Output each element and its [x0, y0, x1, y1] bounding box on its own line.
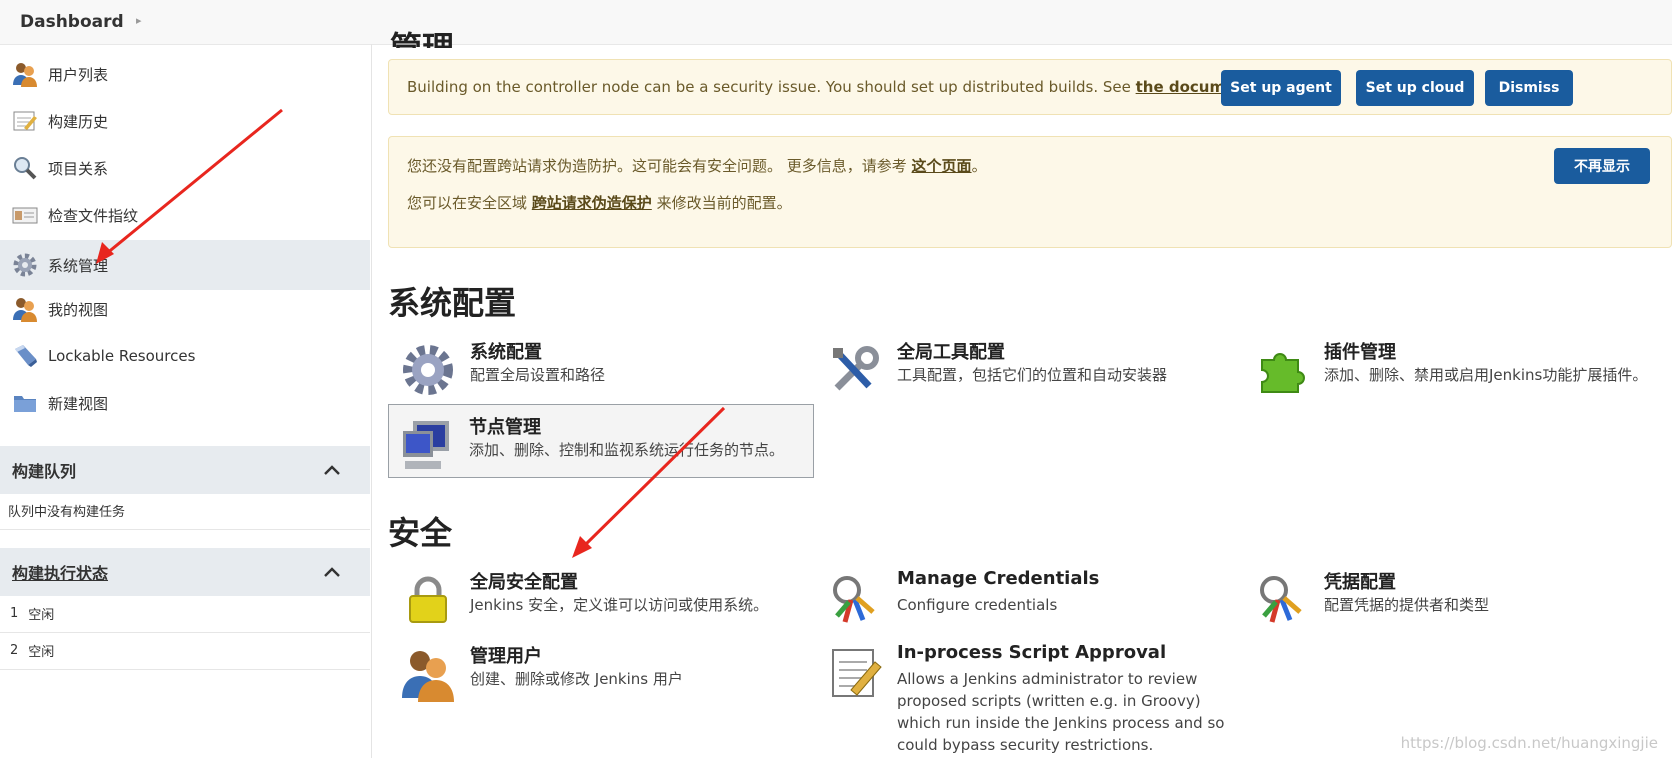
build-queue-empty: 队列中没有构建任务 — [0, 491, 370, 530]
users-icon — [402, 651, 454, 702]
set-up-agent-button[interactable]: Set up agent — [1221, 70, 1341, 106]
alert-text-end: 。 — [971, 157, 987, 175]
keys-icon — [1260, 576, 1302, 623]
item-title: 系统配置 — [470, 342, 542, 363]
item-title: 全局安全配置 — [470, 572, 578, 593]
chevron-up-icon[interactable] — [322, 463, 342, 477]
mgmt-item-manage-users[interactable]: 管理用户 创建、删除或修改 Jenkins 用户 — [390, 634, 816, 706]
mgmt-item-global-security[interactable]: 全局安全配置 Jenkins 安全，定义谁可以访问或使用系统。 — [390, 560, 816, 632]
sidebar-item-label: 项目关系 — [48, 159, 109, 178]
sidebar-item-manage-jenkins[interactable]: 系统管理 — [0, 240, 370, 290]
lock-icon — [409, 576, 447, 623]
alert-message: Building on the controller node can be a… — [407, 78, 1301, 96]
usb-icon — [12, 343, 38, 369]
item-title: 插件管理 — [1324, 342, 1396, 363]
section-title-system-config: 系统配置 — [388, 284, 517, 322]
folder-icon — [12, 390, 38, 416]
item-description: 配置凭据的提供者和类型 — [1324, 596, 1490, 614]
sidebar-item-label: 我的视图 — [48, 300, 109, 319]
item-title: Manage Credentials — [897, 568, 1100, 589]
computer-icon — [403, 421, 449, 469]
dont-show-again-button[interactable]: 不再显示 — [1554, 148, 1650, 184]
sidebar-item-project-relationship[interactable]: 项目关系 — [0, 143, 370, 193]
watermark: https://blog.csdn.net/huangxingjie — [1400, 734, 1658, 752]
item-description: Jenkins 安全，定义谁可以访问或使用系统。 — [470, 596, 769, 614]
keys-icon — [833, 576, 875, 623]
gear-icon — [403, 345, 453, 395]
csrf-alert: 您还没有配置跨站请求伪造防护。这可能会有安全问题。 更多信息，请参考 这个页面。… — [388, 136, 1672, 248]
sidebar-item-build-history[interactable]: 构建历史 — [0, 96, 370, 146]
section-title-security: 安全 — [388, 514, 453, 552]
executor-row: 2 空闲 — [0, 631, 370, 670]
build-queue-empty-text: 队列中没有构建任务 — [8, 504, 126, 520]
mgmt-item-configure-system[interactable]: 系统配置 配置全局设置和路径 — [390, 330, 816, 402]
notepad-icon — [832, 649, 882, 697]
mgmt-item-manage-credentials[interactable]: Manage Credentials Configure credentials — [817, 560, 1243, 632]
this-page-link[interactable]: 这个页面 — [912, 157, 972, 175]
mgmt-item-global-tools[interactable]: 全局工具配置 工具配置，包括它们的位置和自动安装器 — [817, 330, 1243, 402]
sidebar-item-users[interactable]: 用户列表 — [0, 49, 370, 99]
annotation-arrowhead — [572, 536, 592, 558]
item-description: 添加、删除、禁用或启用Jenkins功能扩展插件。 — [1324, 366, 1648, 384]
item-title: 全局工具配置 — [897, 342, 1005, 363]
sidebar-item-label: Lockable Resources — [48, 347, 196, 365]
item-description: 添加、删除、控制和监视系统运行任务的节点。 — [469, 441, 785, 459]
sidebar-item-label: 新建视图 — [48, 394, 109, 413]
sidebar-item-lockable-resources[interactable]: Lockable Resources — [0, 331, 370, 381]
mgmt-item-credential-config[interactable]: 凭据配置 配置凭据的提供者和类型 — [1244, 560, 1670, 632]
csrf-alert-line2: 您可以在安全区域 跨站请求伪造保护 来修改当前的配置。 — [407, 192, 792, 213]
gear-icon — [12, 252, 38, 278]
csrf-alert-line1: 您还没有配置跨站请求伪造防护。这可能会有安全问题。 更多信息，请参考 这个页面。 — [407, 155, 987, 176]
mgmt-item-nodes[interactable]: 节点管理 添加、删除、控制和监视系统运行任务的节点。 — [388, 404, 814, 478]
executors-title[interactable]: 构建执行状态 — [12, 560, 108, 584]
fingerprint-icon — [12, 202, 38, 228]
item-title: In-process Script Approval — [897, 642, 1167, 663]
dismiss-button[interactable]: Dismiss — [1485, 70, 1573, 106]
item-description: Allows a Jenkins administrator to review… — [897, 670, 1225, 754]
build-queue-title: 构建队列 — [12, 462, 77, 481]
sidebar-item-label: 构建历史 — [48, 112, 109, 131]
sidebar-item-new-view[interactable]: 新建视图 — [0, 378, 370, 428]
mgmt-item-script-approval[interactable]: In-process Script Approval Allows a Jenk… — [817, 634, 1243, 758]
executor-row: 1 空闲 — [0, 594, 370, 633]
executor-status: 空闲 — [28, 607, 55, 623]
sidebar-item-label: 用户列表 — [48, 65, 109, 84]
sidebar-item-fingerprint[interactable]: 检查文件指纹 — [0, 190, 370, 240]
executor-status: 空闲 — [28, 644, 55, 660]
sidebar-item-my-views[interactable]: 我的视图 — [0, 284, 370, 334]
alert-text-end: 来修改当前的配置。 — [651, 194, 792, 212]
set-up-cloud-button[interactable]: Set up cloud — [1356, 70, 1474, 106]
breadcrumb-dashboard[interactable]: Dashboard — [20, 12, 124, 32]
magnifier-icon — [12, 155, 38, 181]
puzzle-icon — [1261, 353, 1305, 393]
item-title: 管理用户 — [470, 646, 542, 667]
item-description: Configure credentials — [897, 596, 1058, 614]
build-queue-header: 构建队列 — [0, 446, 370, 494]
item-title: 凭据配置 — [1324, 572, 1396, 593]
top-bar: Dashboard ▸ — [0, 0, 1672, 45]
alert-text: 您可以在安全区域 — [407, 194, 532, 212]
breadcrumb-chevron-icon[interactable]: ▸ — [136, 14, 142, 27]
users-icon — [12, 296, 38, 322]
executors-header: 构建执行状态 — [0, 548, 370, 596]
mgmt-item-plugins[interactable]: 插件管理 添加、删除、禁用或启用Jenkins功能扩展插件。 — [1244, 330, 1670, 402]
sidebar-item-label: 系统管理 — [48, 256, 109, 275]
item-description: 创建、删除或修改 Jenkins 用户 — [470, 670, 683, 688]
item-description: 工具配置，包括它们的位置和自动安装器 — [897, 366, 1168, 384]
distributed-builds-alert: Building on the controller node can be a… — [388, 59, 1672, 115]
chevron-up-icon[interactable] — [322, 565, 342, 579]
notepad-icon — [12, 108, 38, 134]
csrf-protection-link[interactable]: 跨站请求伪造保护 — [532, 194, 652, 212]
sidebar-divider — [371, 44, 372, 758]
page-title: 管理 — [390, 29, 455, 48]
sidebar-item-label: 检查文件指纹 — [48, 206, 139, 225]
tools-icon — [833, 346, 879, 391]
item-title: 节点管理 — [469, 417, 541, 438]
item-description: 配置全局设置和路径 — [470, 366, 606, 384]
users-icon — [12, 61, 38, 87]
executor-number: 2 — [10, 642, 19, 658]
alert-text: 您还没有配置跨站请求伪造防护。这可能会有安全问题。 更多信息，请参考 — [407, 157, 912, 175]
alert-text: Building on the controller node can be a… — [407, 78, 1136, 96]
executor-number: 1 — [10, 605, 19, 621]
